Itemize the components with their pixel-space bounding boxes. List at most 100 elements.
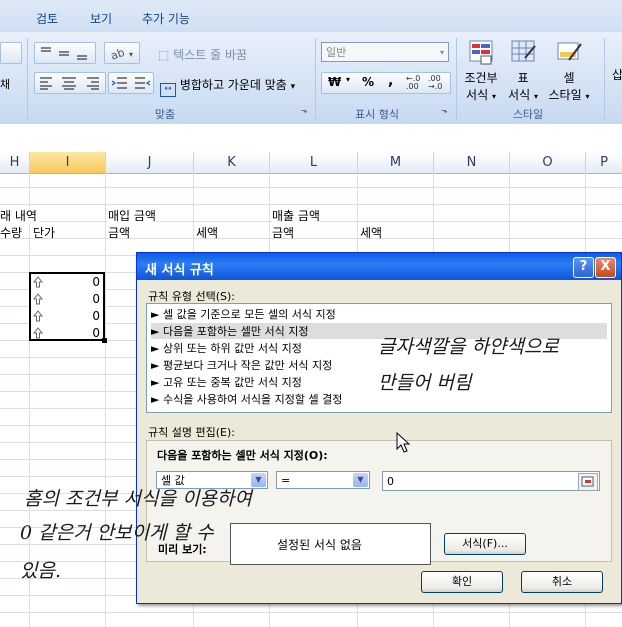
up-arrow-icon bbox=[32, 293, 44, 305]
handwritten-note: 만들어 버림 bbox=[378, 372, 472, 394]
group-label-style: 스타일 bbox=[512, 108, 544, 121]
wrap-text-label: 텍스트 줄 바꿈 bbox=[173, 48, 248, 62]
svg-text:▾: ▾ bbox=[129, 50, 133, 59]
justify-icon bbox=[40, 77, 99, 90]
decrease-decimal-icon[interactable]: .00 →.0 bbox=[428, 75, 442, 91]
group-label-alignment: 맞춤 bbox=[154, 108, 176, 121]
cell-i-header2: 단가 bbox=[33, 226, 56, 240]
column-header-h[interactable]: H bbox=[0, 152, 30, 173]
handwritten-note: 글자색깔을 하얀색으로 bbox=[378, 336, 559, 358]
horizontal-align-buttons[interactable] bbox=[34, 72, 106, 94]
cell-j-header1: 매입 금액 bbox=[108, 207, 156, 224]
wrap-text-icon: ⬚ bbox=[158, 48, 170, 62]
formula-bar-area bbox=[0, 124, 622, 152]
preview-box: 설정된 서식 없음 bbox=[230, 523, 431, 565]
conditional-format-button[interactable]: 조건부 서식 ▾ bbox=[460, 38, 502, 102]
operator-value: = bbox=[281, 474, 291, 487]
svg-text:ab: ab bbox=[109, 46, 126, 63]
partial-align-button[interactable] bbox=[0, 42, 22, 64]
rule-type-label: 규칙 유형 선택(S): bbox=[148, 290, 235, 303]
indent-icon bbox=[111, 77, 151, 89]
cell-j-header2: 금액 bbox=[108, 226, 131, 240]
table-format-label-2: 서식 ▾ bbox=[508, 88, 538, 102]
column-header-bar: H I J K L M N O P bbox=[0, 152, 622, 174]
chevron-down-icon: ▾ bbox=[346, 75, 351, 84]
increase-decimal-icon[interactable]: ←.0.00 bbox=[406, 75, 420, 91]
operator-select[interactable]: = ▼ bbox=[276, 471, 370, 489]
number-format-value: 일반 bbox=[326, 46, 347, 59]
partial-fill-label: 채 bbox=[0, 78, 11, 91]
group-separator bbox=[456, 38, 457, 120]
tab-review[interactable]: 검토 bbox=[36, 10, 58, 27]
column-header-i[interactable]: I bbox=[30, 152, 106, 173]
column-header-m[interactable]: M bbox=[358, 152, 434, 173]
dialog-launcher-icon[interactable]: ⬎ bbox=[441, 106, 448, 115]
column-header-o[interactable]: O bbox=[510, 152, 586, 173]
wrap-text-button[interactable]: ⬚ 텍스트 줄 바꿈 bbox=[158, 46, 247, 63]
table-format-icon bbox=[511, 40, 536, 62]
group-label-number: 표시 형식 bbox=[355, 108, 399, 121]
percent-button[interactable]: % bbox=[362, 75, 374, 89]
selected-range[interactable]: 0 0 0 0 bbox=[29, 272, 107, 343]
dialog-title: 새 서식 규칙 bbox=[145, 263, 214, 278]
cell-style-label-2: 스타일 ▾ bbox=[548, 88, 590, 102]
cell-value: 0 bbox=[92, 275, 100, 289]
comma-button[interactable]: , bbox=[388, 73, 393, 89]
rule-type-item[interactable]: ► 셀 값을 기준으로 모든 셀의 서식 지정 bbox=[151, 306, 607, 322]
cell-h-header2: 수량 bbox=[0, 226, 23, 240]
merge-center-label: 병합하고 가운데 맞춤 bbox=[179, 78, 287, 92]
vertical-align-buttons[interactable] bbox=[34, 42, 96, 64]
group-separator bbox=[27, 38, 28, 120]
indent-buttons[interactable] bbox=[108, 72, 154, 94]
cell-value: 0 bbox=[92, 309, 100, 323]
handwritten-note: 있음. bbox=[20, 560, 61, 582]
cell-style-label: 셀 bbox=[563, 71, 575, 85]
column-header-p[interactable]: P bbox=[586, 152, 622, 173]
ok-button[interactable]: 확인 bbox=[421, 571, 503, 593]
cell-l-header1: 매출 금액 bbox=[272, 207, 320, 224]
cell-l-header2: 금액 bbox=[272, 226, 295, 240]
mouse-cursor-icon bbox=[396, 431, 412, 457]
tab-add-ins[interactable]: 추가 기능 bbox=[142, 10, 190, 27]
chevron-down-icon: ▾ bbox=[290, 82, 296, 92]
group-separator bbox=[604, 38, 605, 120]
column-header-j[interactable]: J bbox=[106, 152, 194, 173]
column-header-l[interactable]: L bbox=[270, 152, 358, 173]
cell-style-icon bbox=[557, 42, 582, 61]
conditional-format-icon bbox=[469, 40, 493, 65]
close-button[interactable]: X bbox=[595, 257, 616, 278]
format-button[interactable]: 서식(F)... bbox=[444, 533, 526, 555]
dialog-title-bar[interactable]: 새 서식 규칙 ? X bbox=[137, 253, 621, 280]
ribbon-tab-bar: 검토 보기 추가 기능 bbox=[0, 0, 622, 32]
merge-icon: ↔ bbox=[160, 83, 176, 97]
column-header-k[interactable]: K bbox=[194, 152, 270, 173]
column-header-n[interactable]: N bbox=[434, 152, 510, 173]
fill-handle[interactable] bbox=[102, 338, 107, 343]
cell-k-header2: 세액 bbox=[196, 226, 219, 240]
group-separator bbox=[315, 38, 316, 120]
orientation-button[interactable]: ab ▾ bbox=[104, 42, 140, 64]
up-arrow-icon bbox=[32, 327, 44, 339]
range-picker-icon[interactable] bbox=[578, 473, 598, 491]
conditional-format-label: 조건부 bbox=[464, 71, 498, 85]
align-lines-icon bbox=[41, 47, 87, 60]
chevron-down-icon: ▼ bbox=[353, 473, 368, 487]
dialog-launcher-icon[interactable]: ⬎ bbox=[301, 106, 308, 115]
conditional-format-label-2: 서식 ▾ bbox=[466, 88, 496, 102]
up-arrow-icon bbox=[32, 310, 44, 322]
table-format-button[interactable]: 표 서식 ▾ bbox=[503, 38, 543, 102]
cell-style-button[interactable]: 셀 스타일 ▾ bbox=[544, 38, 594, 102]
value-input[interactable]: 0 bbox=[382, 471, 600, 491]
currency-button[interactable]: ₩ bbox=[328, 75, 341, 89]
cancel-button[interactable]: 취소 bbox=[521, 571, 603, 593]
merge-center-button[interactable]: ↔ 병합하고 가운데 맞춤 ▾ bbox=[160, 76, 295, 97]
cell-value: 0 bbox=[92, 292, 100, 306]
help-button[interactable]: ? bbox=[573, 257, 594, 278]
preview-text: 설정된 서식 없음 bbox=[277, 538, 362, 552]
number-format-select[interactable]: 일반 ▾ bbox=[321, 42, 449, 62]
tab-view[interactable]: 보기 bbox=[90, 10, 112, 27]
format-only-label: 다음을 포함하는 셀만 서식 지정(O): bbox=[157, 449, 328, 462]
orientation-icon: ab ▾ bbox=[109, 46, 133, 63]
table-format-label: 표 bbox=[517, 71, 529, 85]
cell-m-header2: 세액 bbox=[360, 226, 383, 240]
